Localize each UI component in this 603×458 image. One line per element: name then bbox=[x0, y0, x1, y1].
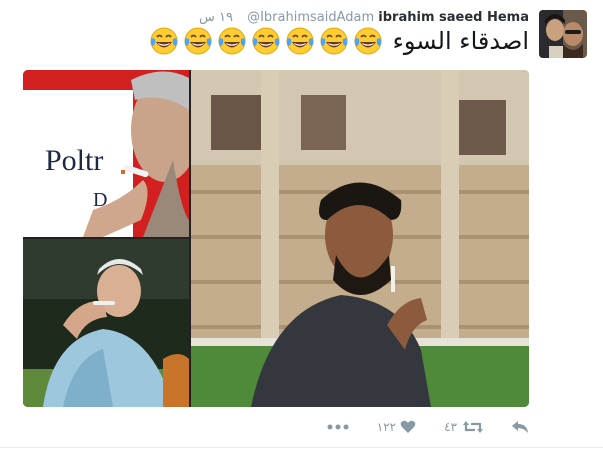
like-count: ١٢٢ bbox=[376, 420, 397, 434]
photo-coach-smoking bbox=[23, 239, 189, 407]
avatar[interactable] bbox=[539, 10, 587, 58]
more-button[interactable] bbox=[327, 417, 349, 437]
heart-icon bbox=[400, 420, 416, 433]
tweet-text: اصدقاء السوء bbox=[147, 26, 529, 56]
like-button[interactable]: ١٢٢ bbox=[377, 417, 416, 437]
tweet-timestamp[interactable]: ١٩ س bbox=[199, 10, 233, 25]
tweet-card: ١٩ س @IbrahimsaidAdam ibrahim saeed Hema… bbox=[0, 0, 603, 458]
retweet-button[interactable]: ٤٣ bbox=[444, 417, 483, 437]
face-with-tears-of-joy-icon bbox=[252, 27, 280, 55]
emoji-row bbox=[147, 26, 385, 56]
photo-bottom-left[interactable] bbox=[23, 239, 189, 407]
face-with-tears-of-joy-icon bbox=[218, 27, 246, 55]
tweet-actions: ١٢٢ ٤٣ bbox=[299, 417, 529, 437]
avatar-image bbox=[539, 10, 587, 58]
photo-main[interactable] bbox=[191, 70, 529, 407]
reply-button[interactable] bbox=[511, 417, 529, 437]
face-with-tears-of-joy-icon bbox=[150, 27, 178, 55]
more-dots-icon bbox=[327, 424, 349, 430]
sign-text: Poltr bbox=[45, 144, 103, 177]
photo-smoking-man-sign: Poltr D bbox=[23, 70, 189, 237]
face-with-tears-of-joy-icon bbox=[320, 27, 348, 55]
tweet-media[interactable]: Poltr D bbox=[23, 70, 529, 407]
author-handle[interactable]: @IbrahimsaidAdam bbox=[247, 10, 374, 25]
face-with-tears-of-joy-icon bbox=[184, 27, 212, 55]
face-with-tears-of-joy-icon bbox=[286, 27, 314, 55]
photo-top-left[interactable]: Poltr D bbox=[23, 70, 189, 237]
tweet-text-body: اصدقاء السوء bbox=[392, 27, 529, 55]
retweet-count: ٤٣ bbox=[444, 420, 457, 434]
face-with-tears-of-joy-icon bbox=[354, 27, 382, 55]
tweet-divider bbox=[0, 447, 603, 448]
retweet-icon bbox=[463, 421, 483, 433]
author-name[interactable]: ibrahim saeed Hema bbox=[378, 10, 529, 25]
reply-icon bbox=[512, 421, 528, 433]
photo-player-smoking bbox=[191, 70, 529, 407]
